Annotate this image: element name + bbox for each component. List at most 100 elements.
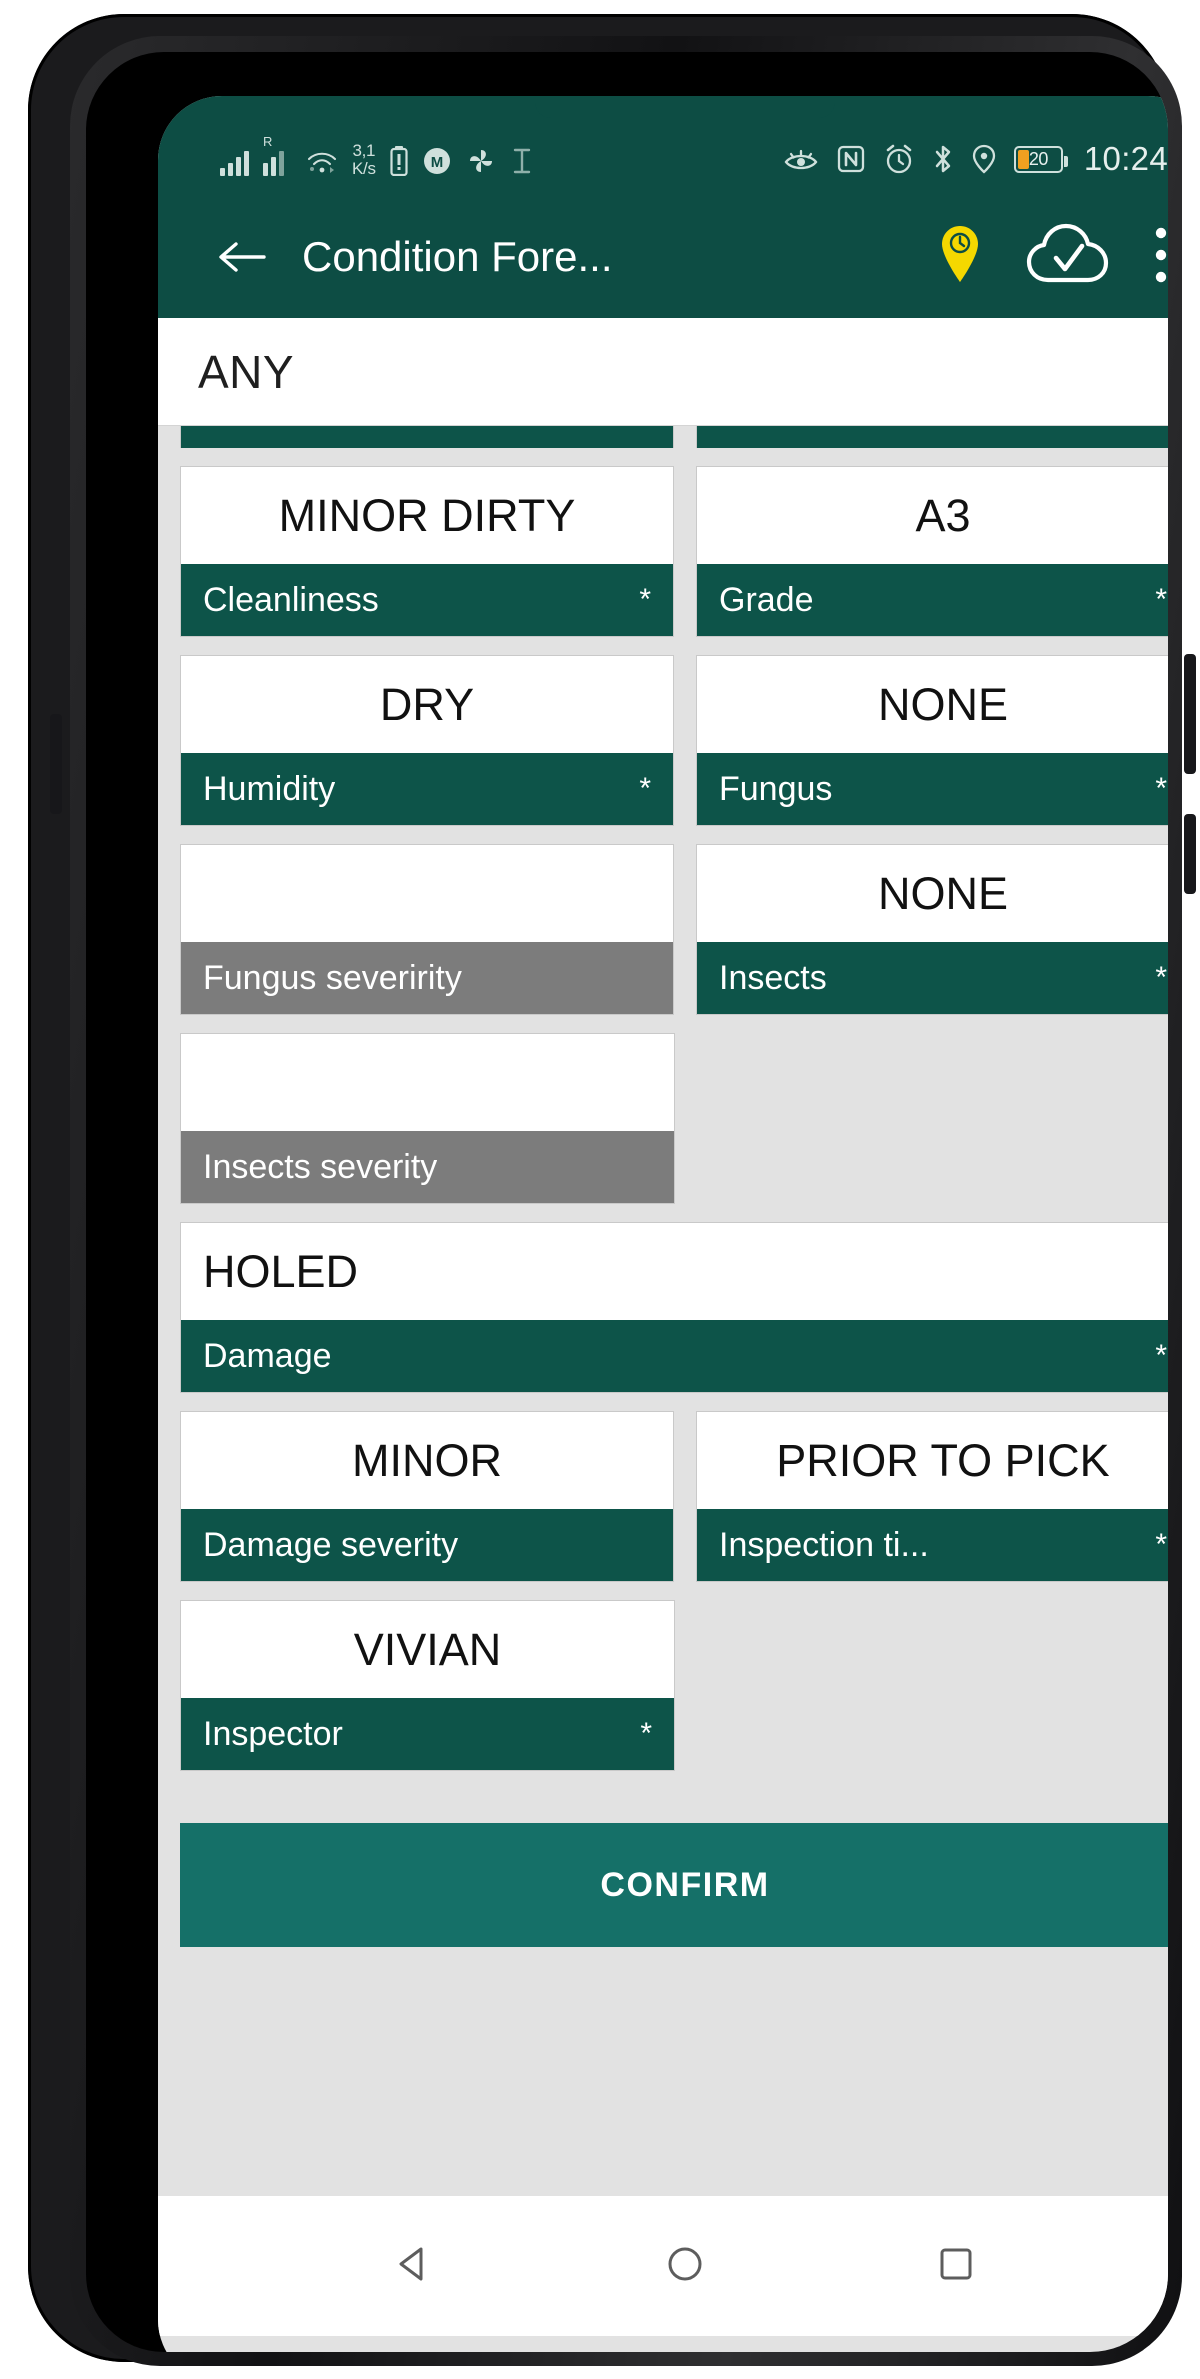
confirm-button[interactable]: CONFIRM [180, 1823, 1168, 1947]
form-scroll-area[interactable]: MINOR DIRTY Cleanliness * A3 Grade * DRY Humidi… [158, 426, 1168, 2196]
required-asterisk: * [639, 583, 651, 616]
field-label-text: Inspection ti... [719, 1525, 929, 1564]
form-row: Insects severity [180, 1033, 1168, 1204]
signal-bars-roaming-icon: R [263, 135, 292, 176]
field-label: Cleanliness * [181, 564, 673, 636]
power-button[interactable] [1184, 814, 1196, 894]
pinwheel-icon [469, 150, 492, 172]
field-value: VIVIAN [181, 1601, 674, 1698]
field-label: Fungus severirity [181, 942, 673, 1014]
field-label-text: Fungus severirity [203, 958, 462, 997]
field-label: Damage severity [181, 1509, 673, 1581]
field-value: MINOR [181, 1412, 673, 1509]
field-label: Humidity * [181, 753, 673, 825]
form-field[interactable]: NONE Fungus * [696, 655, 1168, 826]
arrow-left-icon [219, 242, 266, 272]
field-label-text: Damage severity [203, 1525, 459, 1564]
back-triangle-icon[interactable] [391, 2241, 437, 2292]
page-title: Condition Fore... [302, 233, 613, 280]
form-field[interactable]: HOLED Damage * [180, 1222, 1168, 1393]
form-row: VIVIAN Inspector * [180, 1600, 1168, 1771]
form-field-spacer [697, 1600, 1168, 1771]
nfc-icon [837, 145, 865, 173]
field-value: NONE [697, 656, 1168, 753]
required-asterisk: * [1155, 583, 1167, 616]
field-label-text: Insects severity [203, 1147, 438, 1186]
field-value [181, 1034, 674, 1131]
confirm-button-container: CONFIRM [180, 1789, 1168, 1947]
svg-text:M: M [430, 154, 443, 171]
partial-field-label-left[interactable] [180, 426, 674, 448]
partial-row-top [180, 426, 1168, 448]
bluetooth-icon [935, 145, 951, 173]
text-cursor-icon [513, 148, 530, 174]
field-value [181, 845, 673, 942]
required-asterisk: * [1155, 1528, 1167, 1561]
required-asterisk: * [639, 772, 651, 805]
field-label: Fungus * [697, 753, 1168, 825]
field-label-text: Cleanliness [203, 580, 379, 619]
form-row: MINOR DIRTY Cleanliness * A3 Grade * [180, 466, 1168, 637]
field-label: Inspector * [181, 1698, 674, 1770]
required-asterisk: * [1155, 1339, 1167, 1372]
status-bar-left: R 3,1 K/s M [220, 135, 534, 178]
field-label-text: Insects [719, 958, 827, 997]
form-field[interactable]: A3 Grade * [696, 466, 1168, 637]
app-bar-actions [938, 222, 1168, 293]
field-label-text: Grade [719, 580, 814, 619]
field-label-text: Damage [203, 1336, 332, 1375]
form-field-spacer [697, 1033, 1168, 1204]
status-bar-right: 20 10:24 [783, 140, 1168, 178]
form-field[interactable]: VIVIAN Inspector * [180, 1600, 675, 1771]
back-button[interactable] [210, 225, 274, 289]
status-bar-clock: 10:24 [1083, 140, 1168, 177]
field-value: MINOR DIRTY [181, 467, 673, 564]
form-row: Fungus severirity NONE Insects * [180, 844, 1168, 1015]
form-field[interactable]: Insects severity [180, 1033, 675, 1204]
form-rows: MINOR DIRTY Cleanliness * A3 Grade * DRY Humidi… [180, 466, 1168, 1771]
form-field[interactable]: MINOR Damage severity [180, 1411, 674, 1582]
form-field[interactable]: MINOR DIRTY Cleanliness * [180, 466, 674, 637]
eye-care-icon [784, 149, 818, 170]
recents-square-icon[interactable] [933, 2241, 979, 2292]
location-icon [972, 144, 996, 174]
network-speed-unit: K/s [352, 159, 376, 178]
form-field[interactable]: NONE Insects * [696, 844, 1168, 1015]
device-screen: R 3,1 K/s M 20 10:24 Condition Fore... A… [158, 96, 1168, 2352]
field-label: Inspection ti... * [697, 1509, 1168, 1581]
field-label: Grade * [697, 564, 1168, 636]
battery-alert-icon [390, 146, 408, 176]
field-value: A3 [697, 467, 1168, 564]
location-clock-icon[interactable] [938, 224, 982, 291]
form-row: HOLED Damage * [180, 1222, 1168, 1393]
required-asterisk: * [640, 1717, 652, 1750]
required-asterisk: * [1155, 961, 1167, 994]
app-bar: Condition Fore... [158, 196, 1168, 318]
field-value: DRY [181, 656, 673, 753]
home-circle-icon[interactable] [662, 2241, 708, 2292]
assistant-button[interactable] [50, 714, 62, 814]
field-label-text: Humidity [203, 769, 336, 808]
field-label: Insects severity [181, 1131, 674, 1203]
field-label-text: Inspector [203, 1714, 343, 1753]
field-value: NONE [697, 845, 1168, 942]
form-row: DRY Humidity * NONE Fungus * [180, 655, 1168, 826]
cloud-check-icon[interactable] [1026, 222, 1110, 293]
partial-field-label-right[interactable] [696, 426, 1168, 448]
battery-icon: 20 [1013, 145, 1068, 173]
field-value: HOLED [181, 1223, 1168, 1320]
status-bar: R 3,1 K/s M 20 10:24 [158, 96, 1168, 196]
network-speed-value: 3,1 [352, 141, 376, 160]
battery-percent-label: 20 [1028, 149, 1049, 169]
form-field[interactable]: PRIOR TO PICK Inspection ti... * [696, 1411, 1168, 1582]
field-value: PRIOR TO PICK [697, 1412, 1168, 1509]
filter-header[interactable]: ANY [158, 318, 1168, 426]
form-field[interactable]: DRY Humidity * [180, 655, 674, 826]
signal-bars-icon [220, 150, 249, 176]
volume-button[interactable] [1184, 654, 1196, 774]
form-field[interactable]: Fungus severirity [180, 844, 674, 1015]
overflow-menu-icon[interactable] [1154, 226, 1168, 289]
filter-value-label: ANY [198, 345, 295, 398]
notch [535, 96, 835, 118]
roaming-label: R [263, 134, 273, 149]
